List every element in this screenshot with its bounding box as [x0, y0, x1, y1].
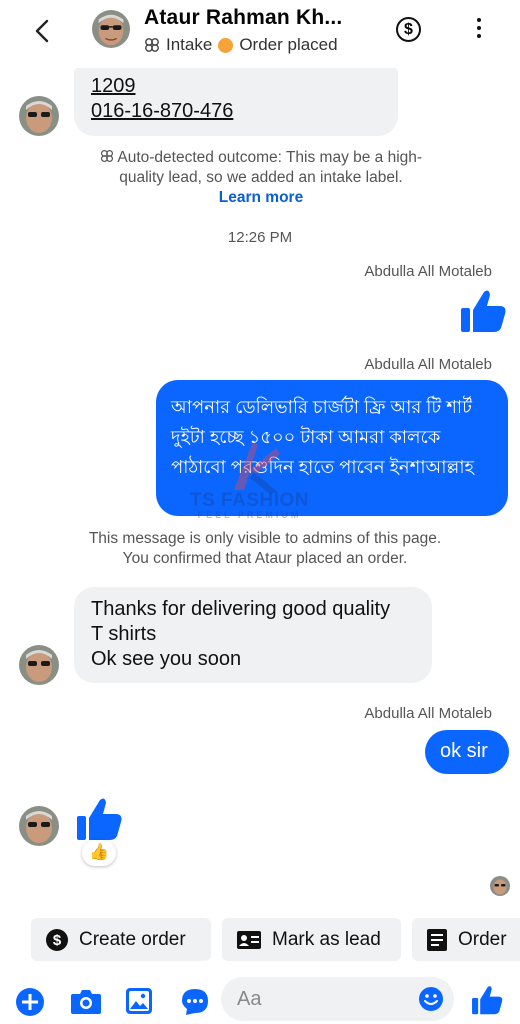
intake-label: Intake	[166, 35, 213, 54]
dollar-icon: $	[46, 928, 68, 951]
message-line: Ok see you soon	[91, 648, 242, 670]
contact-avatar-small[interactable]	[19, 806, 59, 846]
plus-icon[interactable]	[15, 987, 45, 1017]
svg-text:$: $	[53, 932, 62, 949]
visibility-note: This message is only visible to admins o…	[88, 530, 442, 567]
incoming-message[interactable]: Thanks for delivering good quality T shi…	[74, 587, 432, 683]
create-order-button[interactable]: $ Create order	[31, 918, 211, 961]
contact-name[interactable]: Ataur Rahman Kh...	[144, 6, 342, 30]
brand-tagline: FEEL PREMIUM	[197, 510, 302, 520]
sender-name: Abdulla All Motaleb	[364, 263, 492, 280]
learn-more-link[interactable]: Learn more	[219, 189, 303, 206]
auto-detect-text: Auto-detected outcome: This may be a hig…	[117, 149, 423, 186]
message-line: T shirts	[91, 623, 157, 645]
gallery-icon[interactable]	[125, 987, 153, 1015]
brand-logo-icon	[234, 444, 280, 494]
brand-name: TS FASHION	[190, 490, 310, 511]
seen-avatar	[490, 876, 510, 896]
brand-watermark: TS FASHION FEEL PREMIUM	[190, 490, 309, 520]
intake-icon	[145, 38, 159, 52]
sender-name: Abdulla All Motaleb	[364, 705, 492, 722]
mark-as-lead-label: Mark as lead	[272, 928, 381, 950]
order-placed-dot-icon	[218, 37, 234, 53]
contact-card-icon	[237, 930, 261, 949]
intake-icon	[100, 149, 113, 163]
message-input-placeholder: Aa	[237, 988, 262, 1010]
like-thumb-icon[interactable]	[74, 794, 124, 844]
send-like-icon[interactable]	[470, 983, 504, 1017]
reaction-badge[interactable]: 👍	[82, 840, 116, 866]
address-text[interactable]: 1209	[91, 74, 398, 99]
contact-avatar[interactable]	[92, 10, 130, 48]
outgoing-message[interactable]: ok sir	[425, 730, 509, 774]
contact-labels[interactable]: Intake Order placed	[144, 35, 338, 55]
contact-avatar-small[interactable]	[19, 96, 59, 136]
create-order-label: Create order	[79, 928, 186, 950]
back-arrow-icon[interactable]	[30, 16, 56, 46]
chat-header: Ataur Rahman Kh... Intake Order placed $	[0, 0, 520, 64]
contact-avatar-small[interactable]	[19, 645, 59, 685]
phone-number-link[interactable]: 016-16-870-476	[91, 99, 398, 124]
message-composer: Aa	[0, 975, 520, 1024]
mark-as-lead-button[interactable]: Mark as lead	[222, 918, 401, 961]
incoming-message[interactable]: 1209 016-16-870-476	[74, 68, 398, 136]
payment-button[interactable]: $	[396, 17, 421, 42]
camera-icon[interactable]	[70, 987, 102, 1015]
message-timestamp: 12:26 PM	[227, 229, 293, 246]
sender-name: Abdulla All Motaleb	[364, 356, 492, 373]
order-button[interactable]: Order	[412, 918, 520, 961]
message-line: Thanks for delivering good quality	[91, 598, 391, 620]
quick-reply-icon[interactable]	[180, 987, 210, 1017]
like-thumb-icon[interactable]	[458, 286, 508, 336]
more-options-icon[interactable]	[470, 16, 488, 42]
order-placed-label: Order placed	[239, 35, 338, 54]
auto-detect-note: Auto-detected outcome: This may be a hig…	[96, 148, 426, 208]
emoji-icon[interactable]	[418, 986, 444, 1012]
order-label: Order	[458, 928, 507, 950]
order-list-icon	[427, 928, 447, 951]
message-input[interactable]: Aa	[221, 977, 454, 1021]
